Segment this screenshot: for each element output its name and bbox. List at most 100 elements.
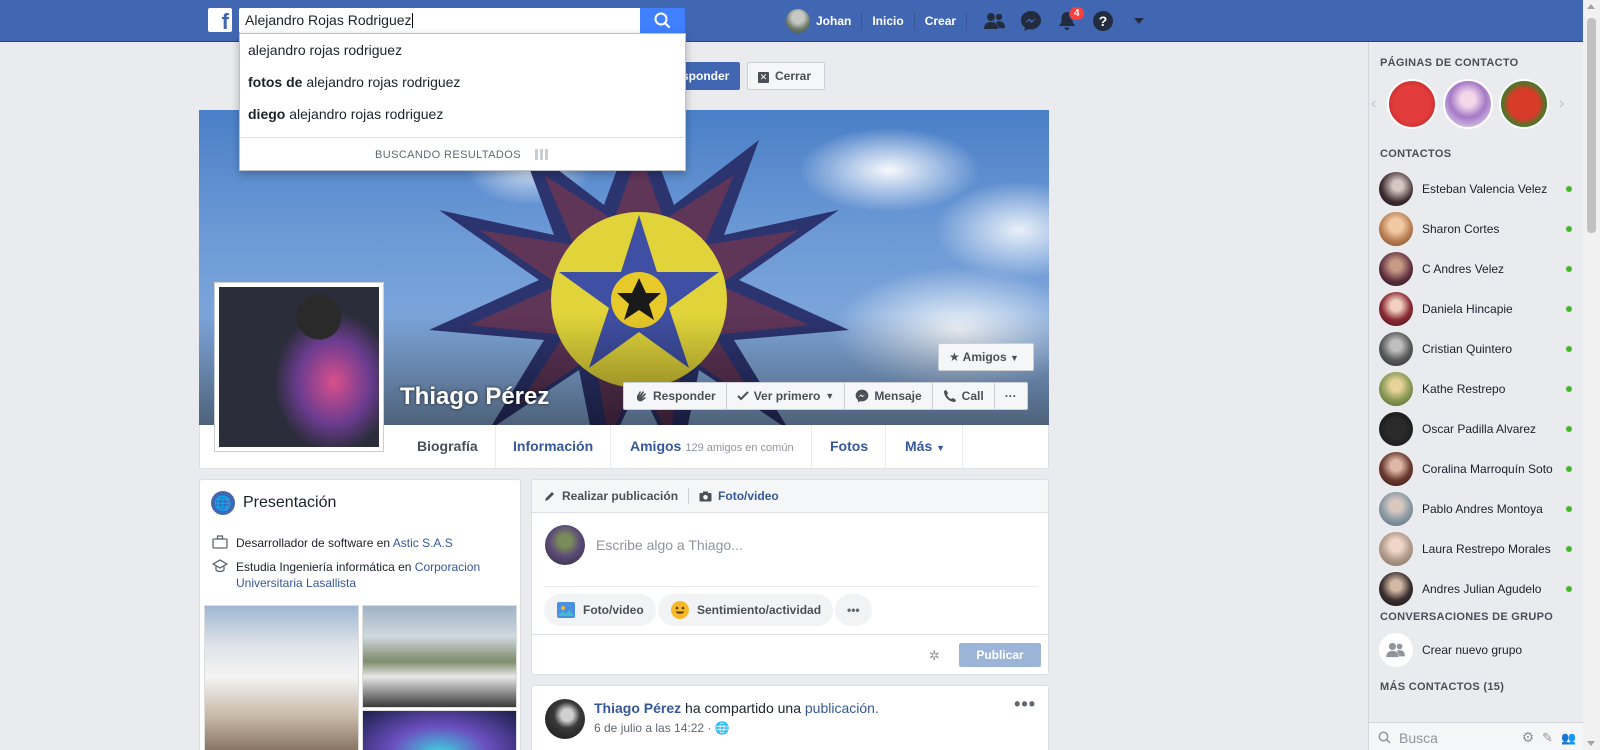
publish-button[interactable]: Publicar [959, 643, 1041, 667]
post-author-avatar[interactable] [545, 699, 585, 739]
gear-icon[interactable]: ⚙ [1522, 729, 1535, 746]
online-status-icon [1566, 506, 1572, 512]
compose-icon[interactable]: ✎ [1542, 730, 1553, 746]
intro-photo[interactable] [362, 710, 517, 750]
photo-video-button[interactable]: Foto/video [544, 594, 656, 626]
call-button[interactable]: Call [933, 383, 995, 409]
tab-amigos[interactable]: Amigos 129 amigos en común [613, 425, 812, 468]
contact-item[interactable]: Cristian Quintero [1379, 331, 1574, 367]
contact-item[interactable]: Laura Restrepo Morales [1379, 531, 1574, 567]
contacts-header: CONTACTOS [1380, 148, 1452, 160]
pages-header: PÁGINAS DE CONTACTO [1380, 57, 1519, 69]
post-object-link[interactable]: publicación. [805, 700, 879, 716]
contact-name: Coralina Marroquín Soto [1422, 462, 1553, 476]
more-icon: ••• [847, 603, 860, 617]
contact-item[interactable]: Daniela Hincapie [1379, 291, 1574, 327]
create-link[interactable]: Crear [925, 14, 956, 28]
more-options-button[interactable]: ••• [835, 594, 872, 626]
text-caret [411, 13, 413, 28]
account-menu-chevron-down-icon[interactable] [1121, 6, 1157, 36]
tab-create-post[interactable]: Realizar publicación [544, 489, 678, 503]
scroll-up-icon[interactable] [1587, 4, 1595, 9]
contact-item[interactable]: Coralina Marroquín Soto [1379, 451, 1574, 487]
more-contacts-header[interactable]: MÁS CONTACTOS (15) [1380, 681, 1504, 693]
suggestion-prefix: diego [248, 106, 286, 122]
intro-card: 🌐 Presentación Desarrollador de software… [199, 479, 521, 750]
friends-status-button[interactable]: ★ Amigos ▼ [938, 343, 1034, 371]
online-status-icon [1566, 426, 1572, 432]
contact-page-avatar[interactable] [1387, 79, 1437, 129]
composer-input[interactable]: Escribe algo a Thiago... [596, 537, 743, 553]
tab-mas[interactable]: Más ▼ [888, 425, 964, 468]
chevron-down-icon: ▼ [936, 443, 946, 453]
avatar [1379, 412, 1413, 446]
help-icon[interactable]: ? [1085, 6, 1121, 36]
contact-item[interactable]: Andres Julian Agudelo [1379, 571, 1574, 607]
avatar [1379, 252, 1413, 286]
contact-page-avatar[interactable] [1443, 79, 1493, 129]
scrollbar-thumb[interactable] [1587, 18, 1596, 233]
intro-photo[interactable] [204, 605, 359, 750]
camera-icon [699, 491, 712, 501]
search-suggestion[interactable]: diego alejandro rojas rodriguez [240, 98, 685, 130]
online-status-icon [1566, 266, 1572, 272]
contact-name: Laura Restrepo Morales [1422, 542, 1551, 556]
star-icon: ★ [949, 350, 960, 364]
post-author-link[interactable]: Thiago Pérez [594, 700, 681, 716]
profile-name[interactable]: Thiago Pérez [400, 383, 549, 411]
intro-photo[interactable] [362, 605, 517, 708]
sidebar-search[interactable]: Busca ⚙ ✎ 👥 [1369, 722, 1584, 750]
profile-link[interactable]: Johan [816, 14, 851, 28]
loading-spinner-icon [534, 140, 550, 174]
feeling-activity-button[interactable]: Sentimiento/actividad [658, 594, 834, 626]
post-options-button[interactable]: ••• [1014, 694, 1036, 715]
contact-name: Daniela Hincapie [1422, 302, 1513, 316]
avatar [1379, 332, 1413, 366]
friend-requests-icon[interactable] [977, 6, 1013, 36]
work-link[interactable]: Astic S.A.S [393, 536, 453, 550]
search-button[interactable] [640, 8, 685, 33]
contact-item[interactable]: Esteban Valencia Velez [1379, 171, 1574, 207]
tab-informacion[interactable]: Información [496, 425, 612, 468]
facebook-logo-icon[interactable]: f [208, 8, 232, 32]
contact-item[interactable]: Oscar Padilla Alvarez [1379, 411, 1574, 447]
notifications-icon[interactable]: 4 [1049, 6, 1085, 36]
contact-item[interactable]: Sharon Cortes [1379, 211, 1574, 247]
search-suggestion[interactable]: alejandro rojas rodriguez [240, 34, 685, 66]
messenger-icon[interactable] [1013, 6, 1049, 36]
see-first-button[interactable]: Ver primero ▼ [727, 383, 846, 409]
respond-button[interactable]: Responder [624, 383, 727, 409]
work-text: Desarrollador de software en [236, 536, 391, 550]
search-input[interactable]: Alejandro Rojas Rodriguez [239, 8, 640, 33]
contact-item[interactable]: Kathe Restrepo [1379, 371, 1574, 407]
sidebar-search-input[interactable]: Busca [1399, 730, 1514, 746]
tab-fotos[interactable]: Fotos [813, 425, 887, 468]
online-status-icon [1566, 386, 1572, 392]
contact-page-avatar[interactable] [1499, 79, 1549, 129]
close-request-button[interactable]: ✕ Cerrar [747, 62, 825, 90]
audience-settings-icon[interactable]: ✲ [929, 648, 940, 664]
check-icon [736, 391, 749, 401]
post-timestamp[interactable]: 6 de julio a las 14:22 · 🌐 [594, 721, 730, 735]
more-actions-button[interactable]: ··· [995, 383, 1027, 409]
pill-label: Sentimiento/actividad [697, 603, 822, 617]
group-icon[interactable]: 👥 [1561, 731, 1576, 745]
home-link[interactable]: Inicio [872, 14, 903, 28]
message-button[interactable]: Mensaje [845, 383, 933, 409]
suggestion-text: alejandro rojas rodriguez [306, 74, 461, 90]
scroll-down-icon[interactable] [1587, 741, 1595, 746]
globe-icon: 🌐 [211, 491, 235, 515]
contact-item[interactable]: C Andres Velez [1379, 251, 1574, 287]
divider [688, 488, 690, 504]
search-suggestion[interactable]: fotos de alejandro rojas rodriguez [240, 66, 685, 98]
create-group-button[interactable]: Crear nuevo grupo [1379, 632, 1574, 668]
chevron-left-icon[interactable]: ‹ [1371, 95, 1376, 113]
tab-biografia[interactable]: Biografía [400, 425, 496, 468]
user-avatar[interactable] [786, 9, 810, 33]
chevron-right-icon[interactable]: › [1559, 95, 1564, 113]
profile-picture[interactable] [214, 282, 384, 452]
tab-photo-video[interactable]: Foto/video [699, 489, 779, 503]
contact-item[interactable]: Pablo Andres Montoya [1379, 491, 1574, 527]
pencil-icon [545, 492, 554, 501]
page-scrollbar[interactable] [1583, 0, 1600, 750]
